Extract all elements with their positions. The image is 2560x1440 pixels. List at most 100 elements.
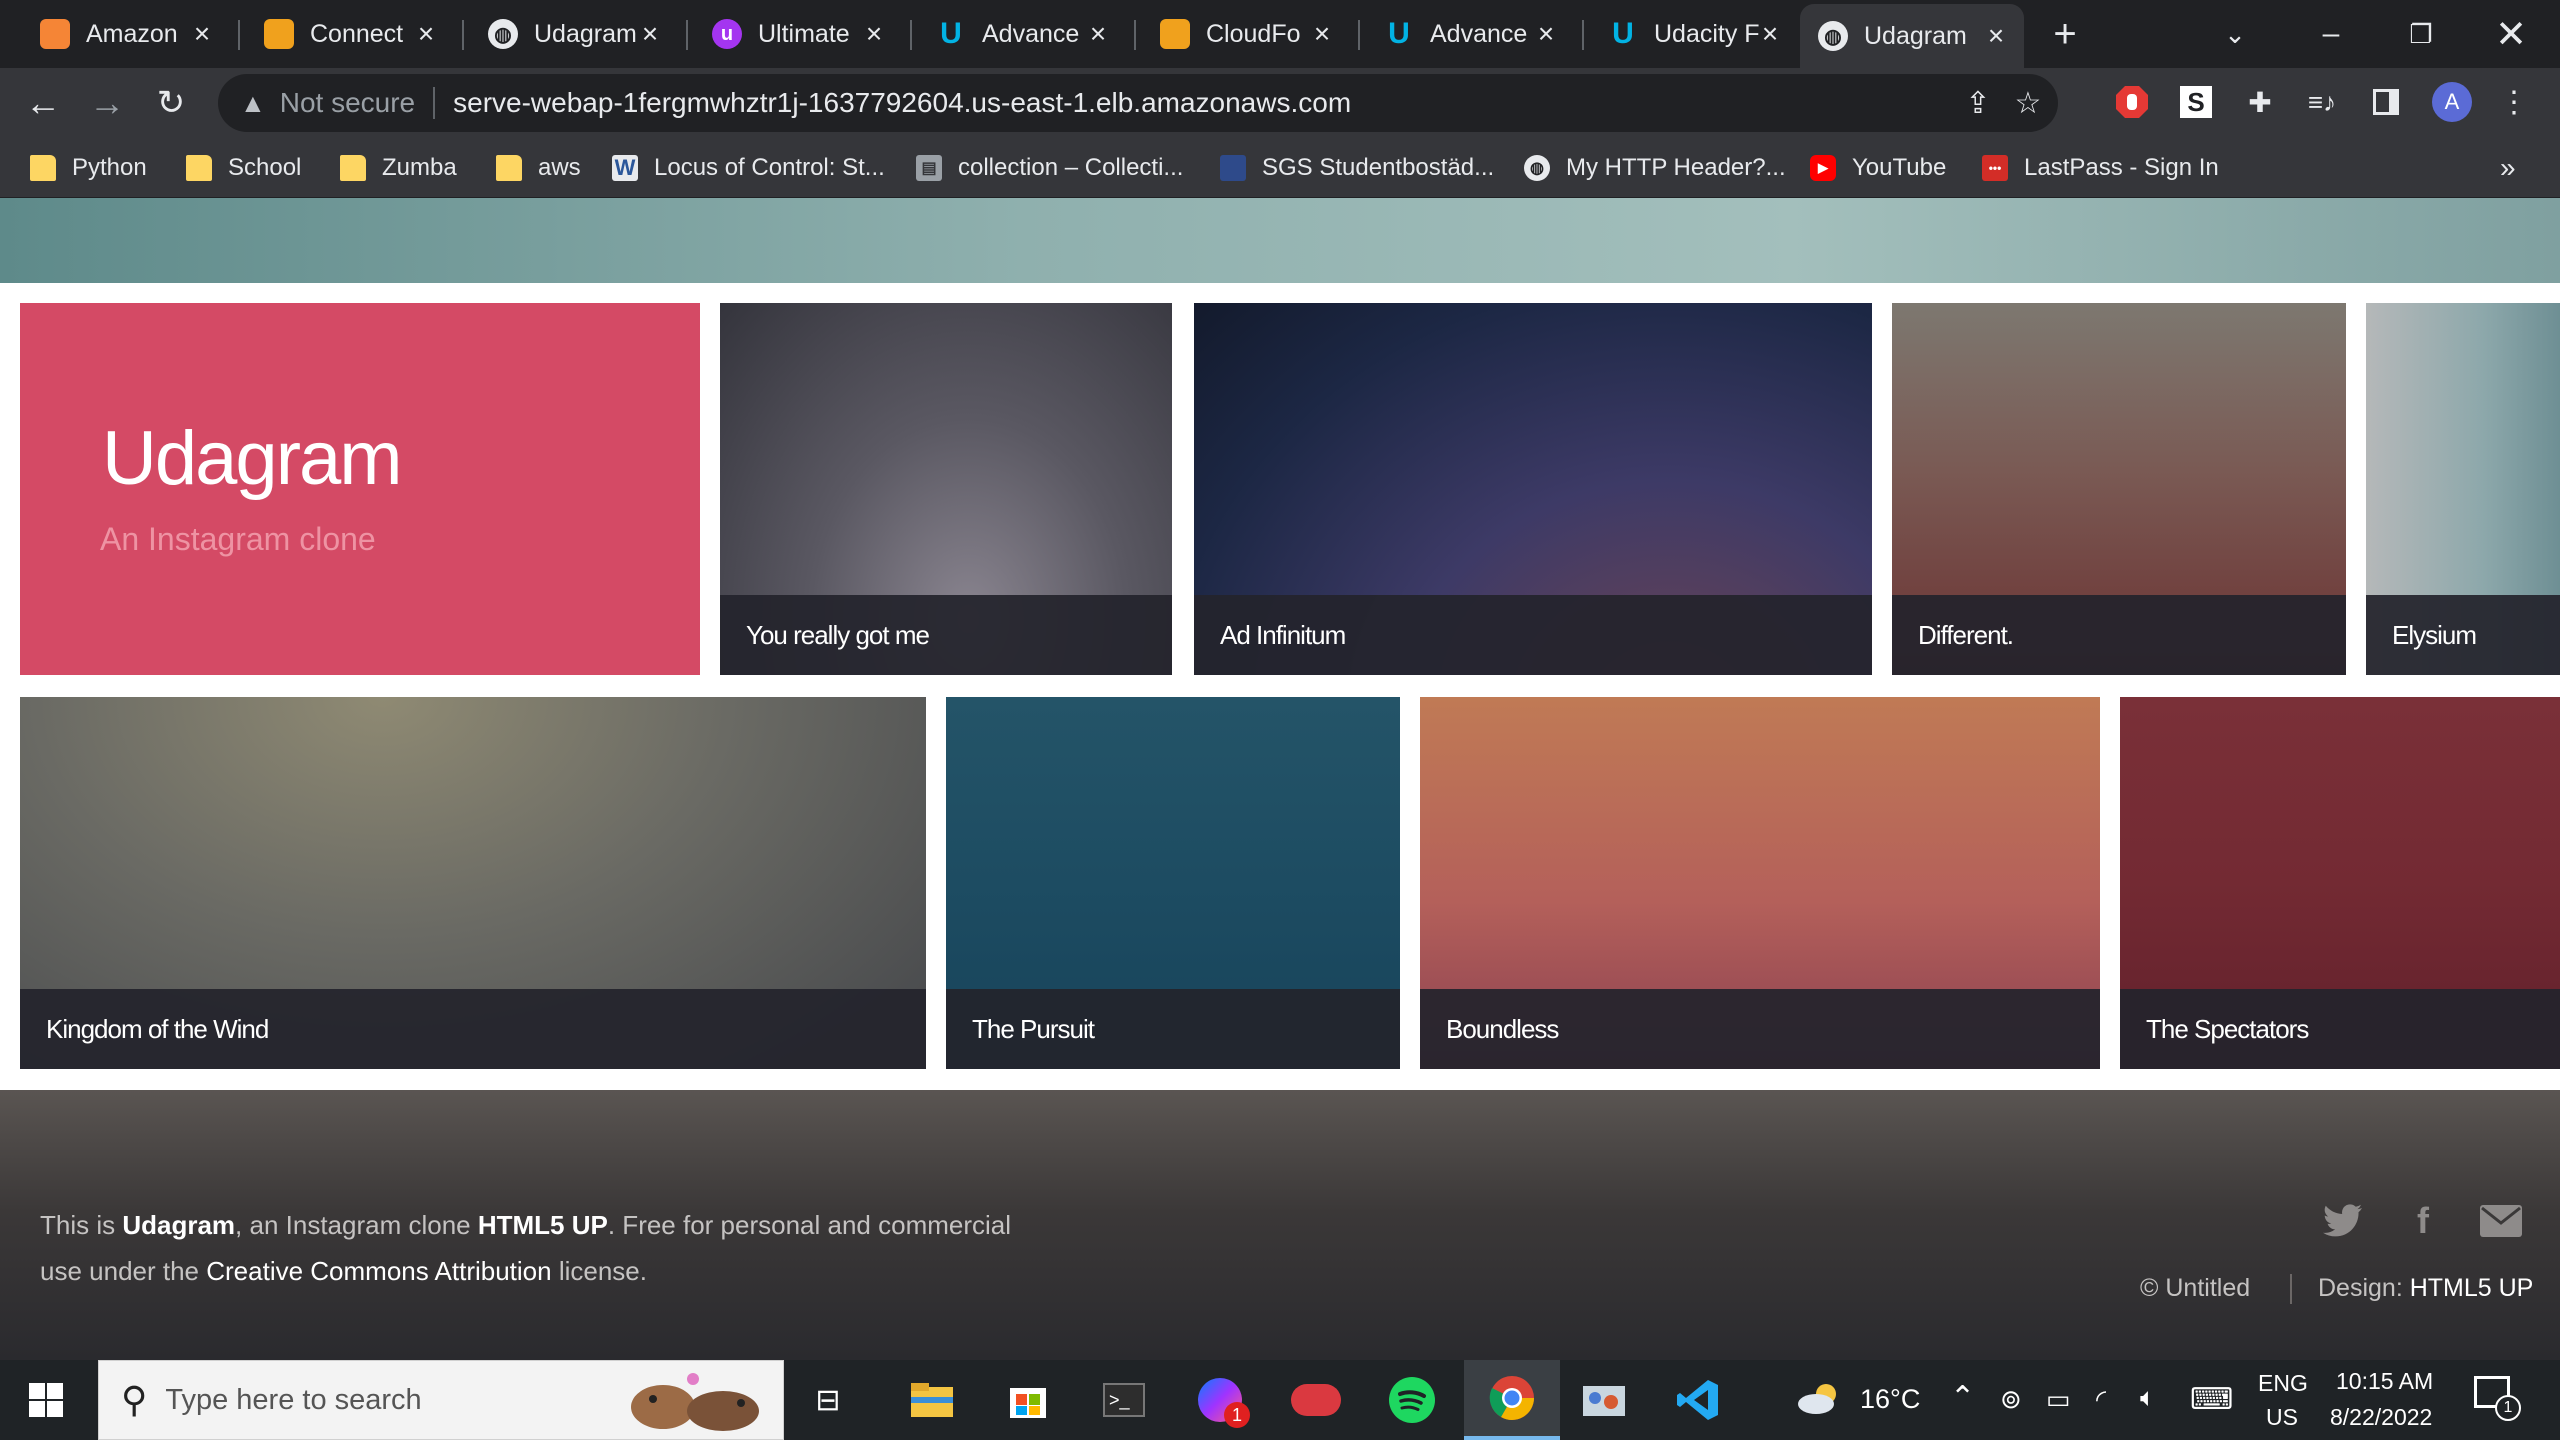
microsoft-store-icon[interactable] xyxy=(1000,1372,1056,1428)
tab-advance-2[interactable]: U Advance × xyxy=(1366,0,1574,68)
chrome-icon[interactable] xyxy=(1464,1360,1560,1440)
tile-caption[interactable]: Ad Infinitum xyxy=(1194,595,1872,675)
image-tile[interactable]: Elysium xyxy=(2366,303,2560,675)
weather-temperature[interactable]: 16°C xyxy=(1860,1384,1920,1415)
bookmark-youtube[interactable]: ▶ YouTube xyxy=(1810,138,1946,198)
notification-center-icon[interactable]: 1 xyxy=(2474,1376,2521,1421)
new-tab-button[interactable]: + xyxy=(2020,0,2110,68)
spotify-icon[interactable] xyxy=(1384,1372,1440,1428)
puzzle-extensions-icon[interactable]: ✚ xyxy=(2240,82,2280,122)
tile-caption[interactable]: Different. xyxy=(1892,595,2346,675)
bookmark-lastpass[interactable]: ••• LastPass - Sign In xyxy=(1982,138,2219,198)
tab-search-chevron-icon[interactable]: ⌄ xyxy=(2190,0,2280,68)
avatar[interactable]: A xyxy=(2432,82,2472,122)
adblock-icon[interactable] xyxy=(2112,82,2152,122)
security-label[interactable]: Not secure xyxy=(280,87,415,119)
clock-date[interactable]: 8/22/2022 xyxy=(2330,1404,2432,1431)
email-icon[interactable] xyxy=(2480,1200,2522,1242)
tab-udagram[interactable]: ◍ Udagram × xyxy=(470,0,678,68)
terminal-icon[interactable]: >_ xyxy=(1096,1372,1152,1428)
vscode-icon[interactable] xyxy=(1670,1372,1726,1428)
clock-time[interactable]: 10:15 AM xyxy=(2336,1368,2433,1395)
bookmark-my-http-header[interactable]: ◍ My HTTP Header?... xyxy=(1524,138,1786,198)
forward-button[interactable]: → xyxy=(82,78,132,128)
udemy-icon: u xyxy=(712,19,742,49)
close-icon[interactable]: × xyxy=(860,20,888,48)
bookmark-sgs[interactable]: SGS Studentbostäd... xyxy=(1220,138,1494,198)
paint-app-icon[interactable] xyxy=(1576,1372,1632,1428)
restore-button[interactable]: ❐ xyxy=(2376,0,2466,68)
tab-cloudformation[interactable]: CloudFo × xyxy=(1142,0,1350,68)
tile-caption[interactable]: The Pursuit xyxy=(946,989,1400,1069)
file-explorer-icon[interactable] xyxy=(904,1372,960,1428)
taskbar-search-box[interactable]: ⚲ Type here to search xyxy=(98,1360,784,1440)
tab-amazon[interactable]: Amazon × xyxy=(22,0,230,68)
tile-caption[interactable]: Boundless xyxy=(1420,989,2100,1069)
chevron-up-icon[interactable]: ⌃ xyxy=(1950,1380,1975,1415)
more-menu-icon[interactable]: ⋮ xyxy=(2494,82,2534,122)
task-view-icon[interactable]: ⊟ xyxy=(800,1372,856,1428)
keyboard-icon[interactable]: ⌨︎ xyxy=(2190,1382,2233,1417)
meet-now-icon[interactable]: ⊚ xyxy=(2000,1384,2022,1415)
tile-caption[interactable]: Elysium xyxy=(2366,595,2560,675)
bookmark-locus-of-control[interactable]: W Locus of Control: St... xyxy=(612,138,885,198)
back-button[interactable]: ← xyxy=(18,78,68,128)
bookmarks-overflow-button[interactable]: » xyxy=(2500,138,2516,198)
creative-commons-link[interactable]: Creative Commons Attribution xyxy=(206,1256,551,1286)
design-link[interactable]: HTML5 UP xyxy=(2410,1274,2534,1302)
wifi-icon[interactable]: ◜ xyxy=(2096,1384,2106,1415)
close-icon[interactable]: × xyxy=(412,20,440,48)
tile-caption[interactable]: The Spectators xyxy=(2120,989,2560,1069)
minimize-button[interactable]: – xyxy=(2286,0,2376,68)
tab-advance[interactable]: U Advance × xyxy=(918,0,1126,68)
url-text[interactable]: serve-webap-1fergmwhztr1j-1637792604.us-… xyxy=(453,87,1351,119)
twitter-icon[interactable] xyxy=(2322,1200,2364,1242)
language-indicator[interactable]: ENG xyxy=(2258,1370,2308,1397)
battery-icon[interactable]: ▭ xyxy=(2046,1384,2071,1415)
messenger-icon[interactable]: 1 xyxy=(1192,1372,1250,1428)
site-title: Udagram xyxy=(102,416,403,501)
region-indicator[interactable]: US xyxy=(2266,1404,2298,1431)
close-icon[interactable]: × xyxy=(1532,20,1560,48)
image-tile[interactable]: Kingdom of the Wind xyxy=(20,697,926,1069)
weather-icon[interactable] xyxy=(1796,1380,1842,1423)
tile-caption[interactable]: You really got me xyxy=(720,595,1172,675)
tab-ultimate[interactable]: u Ultimate × xyxy=(694,0,902,68)
close-window-button[interactable]: ✕ xyxy=(2466,0,2556,68)
warning-icon[interactable]: ▲ xyxy=(240,88,266,119)
image-tile[interactable]: Different. xyxy=(1892,303,2346,675)
facebook-icon[interactable]: f xyxy=(2402,1200,2444,1242)
media-control-icon[interactable]: ≡♪ xyxy=(2302,82,2342,122)
close-icon[interactable]: × xyxy=(636,20,664,48)
tile-caption[interactable]: Kingdom of the Wind xyxy=(20,989,926,1069)
close-icon[interactable]: × xyxy=(1308,20,1336,48)
bookmark-zumba[interactable]: Zumba xyxy=(340,138,457,198)
windows-start-button[interactable] xyxy=(18,1372,74,1428)
address-bar[interactable]: ▲ Not secure serve-webap-1fergmwhztr1j-1… xyxy=(218,74,2058,132)
close-icon[interactable]: × xyxy=(1982,22,2010,50)
share-icon[interactable]: ⇪ xyxy=(1962,87,1994,120)
bookmark-school[interactable]: School xyxy=(186,138,301,198)
side-panel-icon[interactable] xyxy=(2366,82,2406,122)
footer-text: This is xyxy=(40,1210,123,1240)
bookmark-collection[interactable]: ▤ collection – Collecti... xyxy=(916,138,1183,198)
close-icon[interactable]: × xyxy=(1756,20,1784,48)
expressvpn-icon[interactable] xyxy=(1288,1372,1344,1428)
volume-icon[interactable]: 🔈︎ xyxy=(2140,1382,2156,1414)
tab-udagram-active[interactable]: ◍ Udagram × xyxy=(1800,4,2024,68)
html5up-link[interactable]: HTML5 UP xyxy=(478,1210,608,1240)
tab-udacity[interactable]: U Udacity F × xyxy=(1590,0,1798,68)
tab-connect[interactable]: Connect × xyxy=(246,0,454,68)
bookmark-star-icon[interactable]: ☆ xyxy=(2012,87,2044,120)
image-tile[interactable]: You really got me xyxy=(720,303,1172,675)
close-icon[interactable]: × xyxy=(1084,20,1112,48)
bookmark-aws[interactable]: aws xyxy=(496,138,581,198)
s-extension-icon[interactable]: S xyxy=(2176,82,2216,122)
bookmark-python[interactable]: Python xyxy=(30,138,147,198)
reload-button[interactable]: ↻ xyxy=(146,78,196,128)
close-icon[interactable]: × xyxy=(188,20,216,48)
image-tile[interactable]: The Spectators xyxy=(2120,697,2560,1069)
image-tile[interactable]: Boundless xyxy=(1420,697,2100,1069)
image-tile[interactable]: Ad Infinitum xyxy=(1194,303,1872,675)
image-tile[interactable]: The Pursuit xyxy=(946,697,1400,1069)
